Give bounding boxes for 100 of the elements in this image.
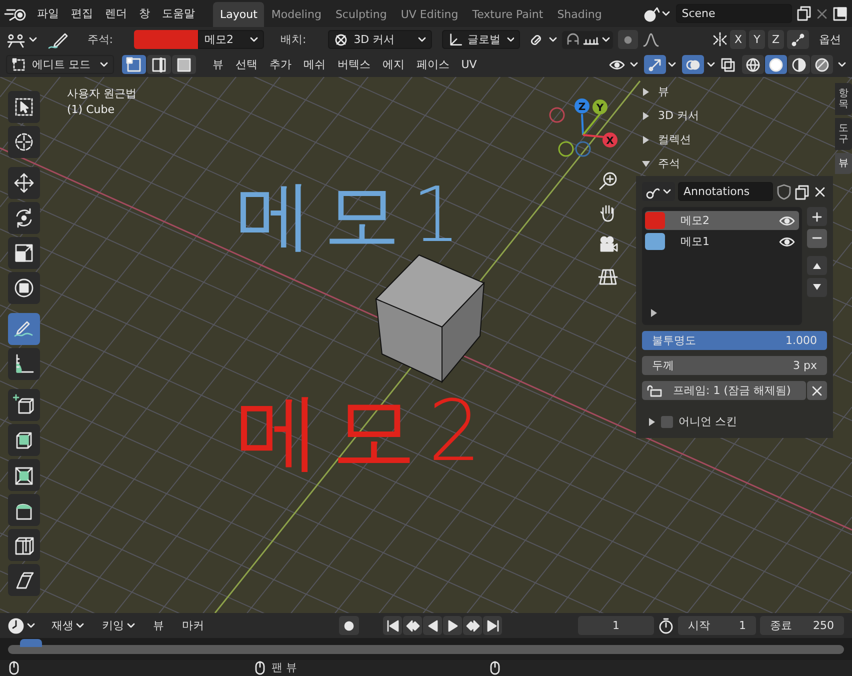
menu-item[interactable]: 메쉬	[297, 56, 332, 74]
layer-row[interactable]: 메모2	[645, 211, 798, 230]
tool-button[interactable]	[8, 389, 40, 421]
menu-item[interactable]: 에지	[376, 56, 410, 74]
color-swatch[interactable]	[134, 30, 198, 49]
orientation-dropdown[interactable]: 글로벌	[442, 30, 520, 49]
mirror-icon[interactable]	[712, 32, 728, 48]
menu-item[interactable]: UV	[455, 56, 483, 74]
workspace-tab[interactable]: Sculpting	[328, 2, 394, 27]
workspace-tab[interactable]: Modeling	[264, 2, 328, 27]
tool-button[interactable]	[8, 237, 40, 269]
menu-item[interactable]: 페이스	[410, 56, 456, 74]
duplicate-icon[interactable]	[794, 4, 812, 22]
menu-item[interactable]: 편집	[66, 4, 98, 22]
end-frame-field[interactable]: 종료 250	[760, 616, 844, 635]
menu-item[interactable]: 도움말	[157, 4, 200, 22]
opacity-slider[interactable]: 불투명도 1.000	[642, 331, 827, 350]
mode-dropdown[interactable]: 에디트 모드	[6, 55, 114, 74]
axis-toggle[interactable]: Y	[749, 30, 765, 49]
menu-item[interactable]: 추가	[263, 56, 298, 74]
workspace-tab[interactable]: Texture Paint	[465, 2, 550, 27]
annotation-name-field[interactable]: Annotations	[678, 182, 773, 201]
scene-icon[interactable]	[644, 6, 660, 22]
options-menu[interactable]: 옵션	[814, 30, 846, 48]
solid-shading-button[interactable]	[764, 55, 786, 74]
axis-toggle[interactable]: Z	[768, 30, 784, 49]
wireframe-shading-button[interactable]	[742, 55, 764, 74]
gizmo-toggle-button[interactable]	[644, 55, 666, 74]
workspace-tab[interactable]: Layout	[213, 2, 264, 27]
window-icon[interactable]	[832, 6, 848, 22]
axis-toggle[interactable]: X	[730, 30, 746, 49]
tool-button[interactable]	[8, 529, 40, 561]
tool-button[interactable]	[8, 202, 40, 234]
navigation-gizmo-drawing[interactable]: Z Y X	[545, 95, 621, 161]
tool-button[interactable]	[8, 459, 40, 491]
menu-item[interactable]: 선택	[229, 56, 264, 74]
playback-button[interactable]	[483, 616, 502, 635]
playback-button[interactable]	[463, 616, 482, 635]
frame-field[interactable]: 프레임: 1 (잠금 해제됨)	[642, 381, 806, 400]
menu-item[interactable]: 창	[134, 4, 155, 22]
proportional-button[interactable]	[618, 30, 638, 49]
placement-icon[interactable]	[6, 32, 26, 48]
tool-button[interactable]	[8, 424, 40, 456]
render-shading-button[interactable]	[810, 55, 832, 74]
stopwatch-icon[interactable]	[658, 618, 674, 634]
datablock-button[interactable]	[642, 182, 675, 201]
record-button[interactable]	[339, 616, 359, 635]
playback-button[interactable]	[423, 616, 442, 635]
playback-button[interactable]	[383, 616, 402, 635]
select-mode-button[interactable]	[146, 55, 171, 74]
collapsed-arrow-icon[interactable]	[648, 418, 656, 426]
menu-item[interactable]: 재생	[44, 616, 91, 634]
panel-header[interactable]: 주석	[636, 152, 833, 176]
clear-frame-button[interactable]	[807, 381, 827, 400]
workspace-tab[interactable]: Shading	[550, 2, 609, 27]
mesh-options-button[interactable]	[786, 30, 808, 49]
playback-button[interactable]	[443, 616, 462, 635]
remove-layer-button[interactable]	[807, 228, 827, 248]
scene-field[interactable]: Scene	[676, 4, 792, 23]
layer-row[interactable]: 메모1	[645, 232, 798, 251]
eye-icon[interactable]	[778, 236, 794, 248]
tool-button[interactable]	[8, 272, 40, 304]
tool-button[interactable]	[8, 126, 40, 158]
close-icon[interactable]	[813, 184, 827, 198]
tool-button[interactable]	[8, 564, 40, 596]
tool-button[interactable]	[8, 494, 40, 526]
timeline-scrollbar[interactable]	[8, 645, 844, 654]
magnet-icon[interactable]	[564, 32, 581, 48]
duplicate-icon[interactable]	[794, 184, 810, 200]
menu-item[interactable]: 버텍스	[331, 56, 376, 74]
fake-user-icon[interactable]	[776, 184, 792, 200]
tool-button[interactable]	[8, 91, 40, 123]
select-mode-button[interactable]	[122, 55, 146, 74]
placement-dropdown[interactable]: 3D 커서	[328, 30, 432, 49]
current-frame-field[interactable]: 1	[578, 616, 654, 635]
overlay-toggle-button[interactable]	[682, 55, 704, 74]
move-down-button[interactable]	[807, 278, 827, 297]
tool-button[interactable]	[8, 348, 40, 380]
layer-dropdown[interactable]: 메모2	[198, 30, 264, 49]
start-frame-field[interactable]: 시작 1	[678, 616, 756, 635]
layer-color-swatch[interactable]	[645, 233, 665, 250]
sidebar-tab[interactable]: 도구	[835, 118, 852, 150]
tool-button[interactable]	[8, 167, 40, 199]
move-up-button[interactable]	[807, 256, 827, 275]
falloff-curve-icon[interactable]	[643, 32, 660, 48]
panel-header[interactable]: 3D 커서	[636, 104, 833, 128]
frame-indicator[interactable]	[20, 639, 42, 647]
zoom-icon[interactable]	[598, 171, 618, 191]
clock-icon[interactable]	[8, 618, 24, 634]
menu-item[interactable]: 키잉	[95, 616, 142, 634]
menu-item[interactable]: 마커	[174, 616, 211, 634]
onion-skin-checkbox[interactable]	[661, 416, 673, 428]
grid-icon[interactable]	[598, 267, 618, 287]
menu-item[interactable]: 뷰	[206, 56, 230, 74]
sidebar-tab[interactable]: 항목	[835, 83, 852, 115]
xray-icon[interactable]	[720, 56, 736, 72]
add-layer-button[interactable]	[807, 207, 827, 226]
thickness-field[interactable]: 두께 3 px	[642, 356, 827, 375]
material-shading-button[interactable]	[788, 55, 810, 74]
layer-color-swatch[interactable]	[645, 212, 665, 229]
